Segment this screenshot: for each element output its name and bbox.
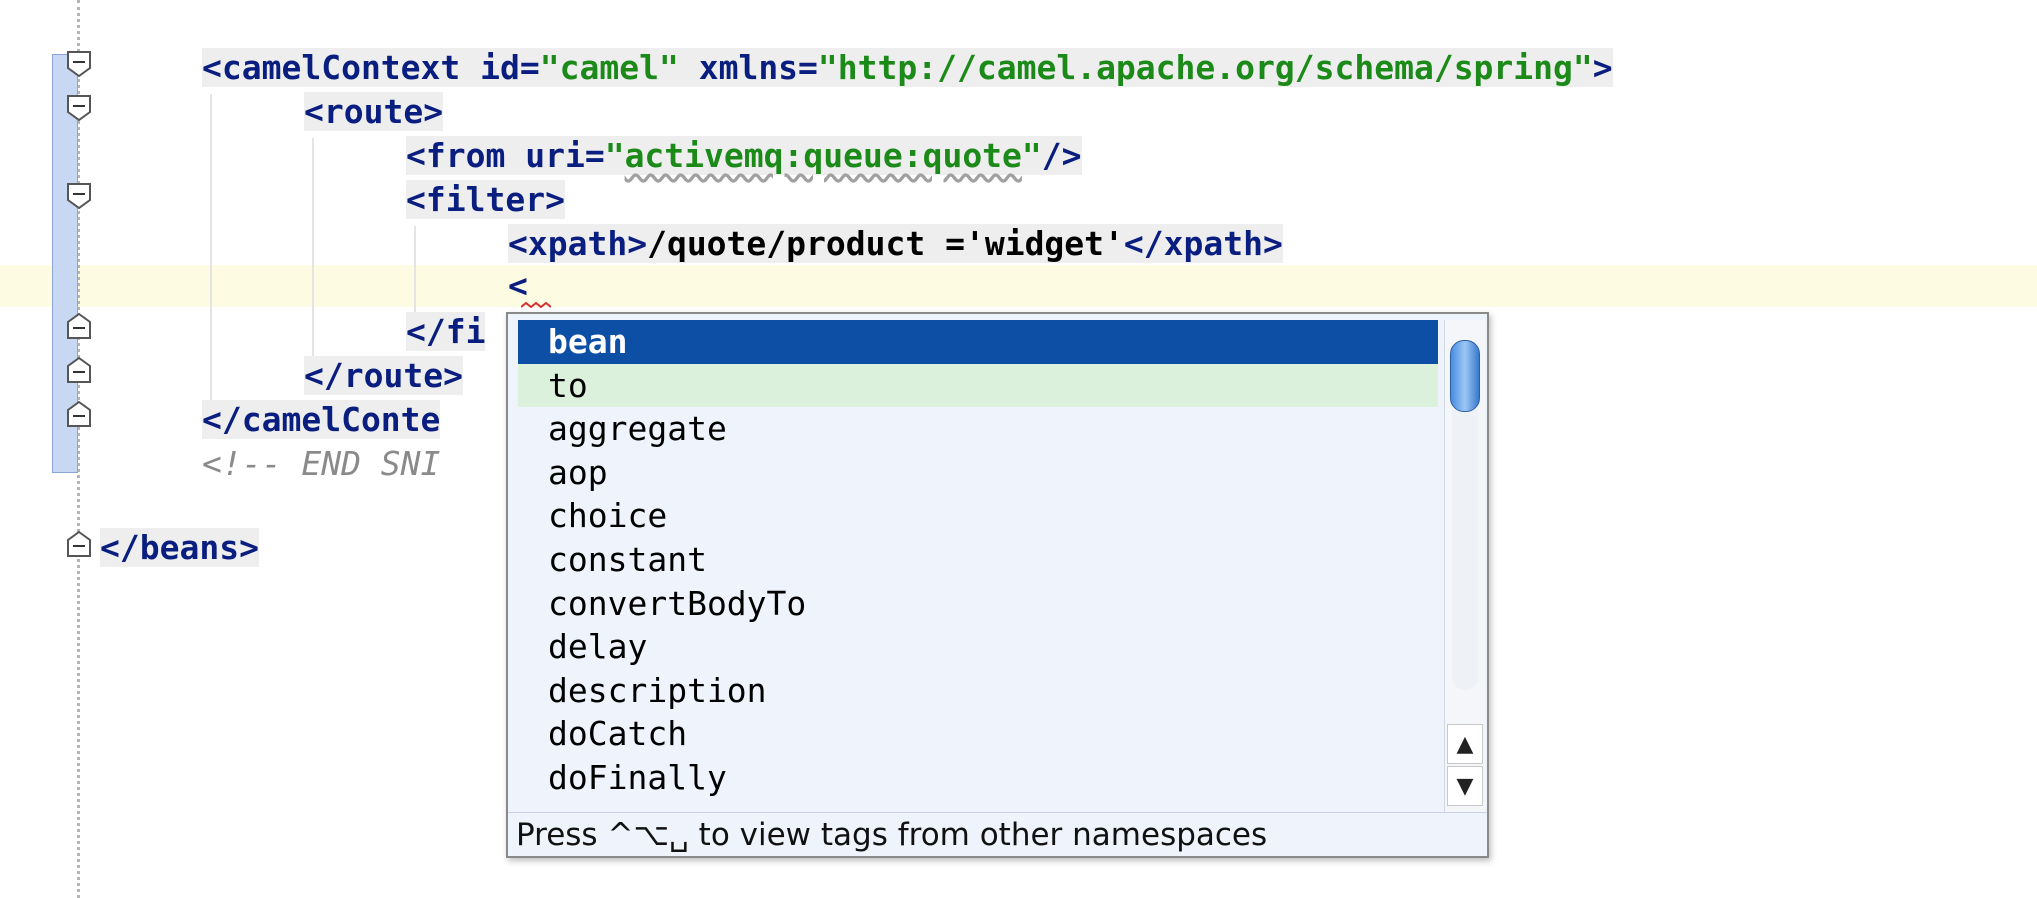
arrow-up-icon: ▲ bbox=[1456, 731, 1474, 757]
fold-collapse-icon[interactable] bbox=[66, 182, 92, 210]
current-line-highlight bbox=[0, 265, 2037, 307]
scroll-up-button[interactable]: ▲ bbox=[1447, 724, 1483, 764]
xml-comment: <!-- END SNI bbox=[202, 444, 441, 483]
code-line-route-close[interactable]: </route> bbox=[304, 354, 463, 398]
scrollbar-thumb[interactable] bbox=[1450, 340, 1480, 412]
arrow-down-icon: ▼ bbox=[1456, 773, 1474, 799]
scroll-down-button[interactable]: ▼ bbox=[1447, 766, 1483, 806]
xpath-expression: /quote/product ='widget' bbox=[647, 224, 1124, 263]
code-completion-popup[interactable]: bean to aggregate aop choice constant convertB… bbox=[506, 312, 1489, 858]
code-line-xpath[interactable]: <xpath>/quote/product ='widget'</xpath> bbox=[508, 222, 1283, 266]
completion-item[interactable]: choice bbox=[518, 494, 1438, 538]
fold-collapse-icon[interactable] bbox=[66, 50, 92, 78]
indent-guide bbox=[312, 138, 314, 378]
code-line-beans-close[interactable]: </beans> bbox=[100, 526, 259, 570]
completion-item[interactable]: aop bbox=[518, 451, 1438, 495]
attribute-quote: " bbox=[604, 136, 625, 175]
attribute-value: "camel" bbox=[539, 48, 679, 87]
code-editor[interactable]: <camelContext id="camel" xmlns="http://c… bbox=[0, 0, 2037, 898]
attribute-name: xmlns= bbox=[678, 48, 818, 87]
code-line-filter-close[interactable]: </fi bbox=[406, 310, 486, 354]
tag-filter: <filter> bbox=[406, 180, 565, 219]
tag-bracket: > bbox=[1592, 48, 1613, 87]
completion-item[interactable]: description bbox=[518, 669, 1438, 713]
indent-guide bbox=[210, 94, 212, 424]
completion-item[interactable]: bean bbox=[518, 320, 1438, 364]
completion-list[interactable]: bean to aggregate aop choice constant convertB… bbox=[518, 320, 1438, 810]
completion-hint: Press ^⌥␣ to view tags from other namesp… bbox=[508, 812, 1487, 856]
error-squiggle bbox=[521, 301, 551, 309]
code-line-camelcontext[interactable]: <camelContext id="camel" xmlns="http://c… bbox=[202, 46, 1613, 90]
attribute-value: activemq:queue:quote bbox=[624, 136, 1022, 175]
completion-item[interactable]: delay bbox=[518, 625, 1438, 669]
tag-route-close: </route> bbox=[304, 356, 463, 395]
fold-end-icon[interactable] bbox=[66, 530, 92, 558]
tag-xpath-open: <xpath> bbox=[508, 224, 648, 263]
fold-end-icon[interactable] bbox=[66, 400, 92, 428]
code-line-comment[interactable]: <!-- END SNI bbox=[202, 442, 440, 486]
code-line-camel-close[interactable]: </camelConte bbox=[202, 398, 441, 442]
completion-item[interactable]: doFinally bbox=[518, 756, 1438, 800]
scrollbar-track bbox=[1452, 410, 1478, 690]
tag-beans-close: </beans> bbox=[100, 528, 259, 567]
fold-end-icon[interactable] bbox=[66, 312, 92, 340]
completion-item[interactable]: to bbox=[518, 363, 1438, 408]
tag-bracket: /> bbox=[1041, 136, 1082, 175]
attribute-name: uri= bbox=[505, 136, 605, 175]
tag-xpath-close: </xpath> bbox=[1123, 224, 1283, 263]
attribute-value: "http://camel.apache.org/schema/spring" bbox=[817, 48, 1593, 87]
completion-scrollbar[interactable]: ▲ ▼ bbox=[1444, 320, 1485, 812]
completion-item[interactable]: doCatch bbox=[518, 712, 1438, 756]
tag-name: <from bbox=[406, 136, 506, 175]
completion-item[interactable]: constant bbox=[518, 538, 1438, 582]
fold-collapse-icon[interactable] bbox=[66, 94, 92, 122]
completion-item[interactable]: aggregate bbox=[518, 407, 1438, 451]
code-line-route-open[interactable]: <route> bbox=[304, 90, 444, 134]
tag-camelcontext-close: </camelConte bbox=[202, 400, 441, 439]
tag-name: <camelContext bbox=[202, 48, 461, 87]
fold-end-icon[interactable] bbox=[66, 356, 92, 384]
tag-filter-close: </fi bbox=[406, 312, 486, 351]
code-line-from[interactable]: <from uri="activemq:queue:quote"/> bbox=[406, 134, 1082, 178]
code-line-filter-open[interactable]: <filter> bbox=[406, 178, 565, 222]
completion-item[interactable]: convertBodyTo bbox=[518, 582, 1438, 626]
tag-route: <route> bbox=[304, 92, 444, 131]
attribute-name: id= bbox=[460, 48, 540, 87]
attribute-quote: " bbox=[1021, 136, 1042, 175]
